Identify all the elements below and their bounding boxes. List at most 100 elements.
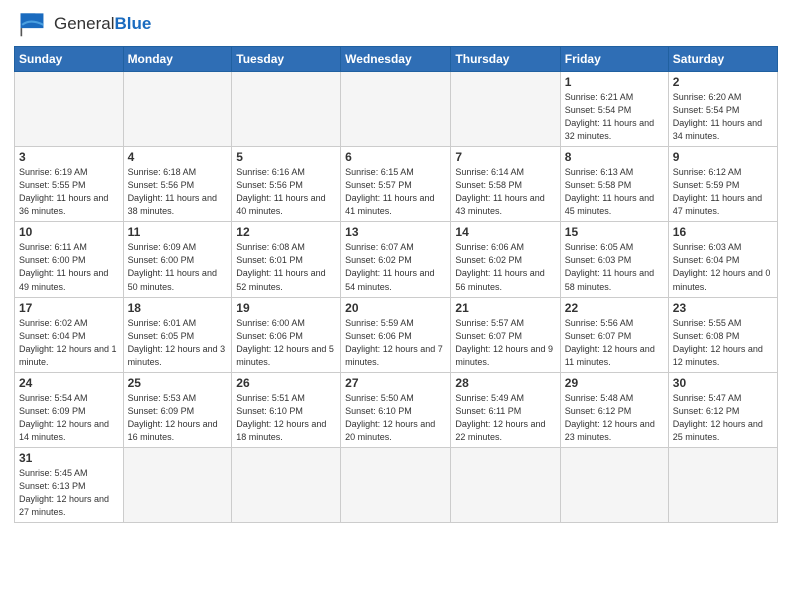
day-info: Sunrise: 5:55 AM Sunset: 6:08 PM Dayligh… <box>673 317 773 369</box>
calendar-cell: 13 Sunrise: 6:07 AM Sunset: 6:02 PM Dayli… <box>341 222 451 297</box>
calendar-cell: 14 Sunrise: 6:06 AM Sunset: 6:02 PM Dayli… <box>451 222 560 297</box>
calendar-cell <box>232 72 341 147</box>
day-number: 31 <box>19 451 119 465</box>
calendar-header-wednesday: Wednesday <box>341 47 451 72</box>
day-info: Sunrise: 5:48 AM Sunset: 6:12 PM Dayligh… <box>565 392 664 444</box>
calendar-cell <box>341 447 451 522</box>
calendar-cell: 7 Sunrise: 6:14 AM Sunset: 5:58 PM Daylig… <box>451 147 560 222</box>
calendar-header-saturday: Saturday <box>668 47 777 72</box>
calendar-header-sunday: Sunday <box>15 47 124 72</box>
day-number: 6 <box>345 150 446 164</box>
day-info: Sunrise: 6:05 AM Sunset: 6:03 PM Dayligh… <box>565 241 664 293</box>
calendar-cell: 16 Sunrise: 6:03 AM Sunset: 6:04 PM Dayli… <box>668 222 777 297</box>
calendar-cell <box>123 72 232 147</box>
day-number: 11 <box>128 225 228 239</box>
calendar-cell <box>123 447 232 522</box>
day-number: 30 <box>673 376 773 390</box>
day-info: Sunrise: 6:13 AM Sunset: 5:58 PM Dayligh… <box>565 166 664 218</box>
calendar-cell: 15 Sunrise: 6:05 AM Sunset: 6:03 PM Dayli… <box>560 222 668 297</box>
calendar-cell <box>232 447 341 522</box>
calendar-cell: 19Sunrise: 6:00 AM Sunset: 6:06 PM Dayli… <box>232 297 341 372</box>
day-info: Sunrise: 5:56 AM Sunset: 6:07 PM Dayligh… <box>565 317 664 369</box>
day-info: Sunrise: 6:14 AM Sunset: 5:58 PM Dayligh… <box>455 166 555 218</box>
day-info: Sunrise: 6:08 AM Sunset: 6:01 PM Dayligh… <box>236 241 336 293</box>
day-number: 7 <box>455 150 555 164</box>
calendar-cell: 11 Sunrise: 6:09 AM Sunset: 6:00 PM Dayli… <box>123 222 232 297</box>
calendar-cell: 24Sunrise: 5:54 AM Sunset: 6:09 PM Dayli… <box>15 372 124 447</box>
calendar-cell: 17 Sunrise: 6:02 AM Sunset: 6:04 PM Dayli… <box>15 297 124 372</box>
page: GeneralBlue SundayMondayTuesdayWednesday… <box>0 0 792 612</box>
day-number: 13 <box>345 225 446 239</box>
day-info: Sunrise: 6:03 AM Sunset: 6:04 PM Dayligh… <box>673 241 773 293</box>
day-number: 17 <box>19 301 119 315</box>
day-info: Sunrise: 5:53 AM Sunset: 6:09 PM Dayligh… <box>128 392 228 444</box>
day-number: 15 <box>565 225 664 239</box>
day-info: Sunrise: 6:11 AM Sunset: 6:00 PM Dayligh… <box>19 241 119 293</box>
calendar-cell <box>451 72 560 147</box>
header: GeneralBlue <box>14 10 778 38</box>
calendar-cell: 30 Sunrise: 5:47 AM Sunset: 6:12 PM Dayli… <box>668 372 777 447</box>
day-number: 14 <box>455 225 555 239</box>
calendar-cell: 18 Sunrise: 6:01 AM Sunset: 6:05 PM Dayli… <box>123 297 232 372</box>
day-number: 28 <box>455 376 555 390</box>
day-info: Sunrise: 6:20 AM Sunset: 5:54 PM Dayligh… <box>673 91 773 143</box>
logo: GeneralBlue <box>14 10 151 38</box>
day-number: 23 <box>673 301 773 315</box>
calendar-week-2: 10 Sunrise: 6:11 AM Sunset: 6:00 PM Dayli… <box>15 222 778 297</box>
day-number: 27 <box>345 376 446 390</box>
day-number: 2 <box>673 75 773 89</box>
day-info: Sunrise: 6:21 AM Sunset: 5:54 PM Dayligh… <box>565 91 664 143</box>
day-info: Sunrise: 5:47 AM Sunset: 6:12 PM Dayligh… <box>673 392 773 444</box>
day-info: Sunrise: 6:01 AM Sunset: 6:05 PM Dayligh… <box>128 317 228 369</box>
day-number: 8 <box>565 150 664 164</box>
day-number: 1 <box>565 75 664 89</box>
day-info: Sunrise: 6:12 AM Sunset: 5:59 PM Dayligh… <box>673 166 773 218</box>
day-number: 9 <box>673 150 773 164</box>
day-number: 16 <box>673 225 773 239</box>
calendar-week-4: 24Sunrise: 5:54 AM Sunset: 6:09 PM Dayli… <box>15 372 778 447</box>
day-number: 4 <box>128 150 228 164</box>
calendar-cell: 22Sunrise: 5:56 AM Sunset: 6:07 PM Dayli… <box>560 297 668 372</box>
day-number: 21 <box>455 301 555 315</box>
calendar-cell: 26Sunrise: 5:51 AM Sunset: 6:10 PM Dayli… <box>232 372 341 447</box>
logo-text: GeneralBlue <box>54 14 151 34</box>
day-info: Sunrise: 6:18 AM Sunset: 5:56 PM Dayligh… <box>128 166 228 218</box>
calendar-cell <box>668 447 777 522</box>
calendar-header-row: SundayMondayTuesdayWednesdayThursdayFrid… <box>15 47 778 72</box>
calendar-table: SundayMondayTuesdayWednesdayThursdayFrid… <box>14 46 778 523</box>
day-number: 5 <box>236 150 336 164</box>
calendar-cell: 8 Sunrise: 6:13 AM Sunset: 5:58 PM Daylig… <box>560 147 668 222</box>
day-number: 20 <box>345 301 446 315</box>
day-info: Sunrise: 5:49 AM Sunset: 6:11 PM Dayligh… <box>455 392 555 444</box>
day-number: 18 <box>128 301 228 315</box>
day-info: Sunrise: 5:57 AM Sunset: 6:07 PM Dayligh… <box>455 317 555 369</box>
calendar-header-monday: Monday <box>123 47 232 72</box>
calendar-cell: 3 Sunrise: 6:19 AM Sunset: 5:55 PM Daylig… <box>15 147 124 222</box>
calendar-cell: 27Sunrise: 5:50 AM Sunset: 6:10 PM Dayli… <box>341 372 451 447</box>
day-number: 10 <box>19 225 119 239</box>
calendar-cell: 2 Sunrise: 6:20 AM Sunset: 5:54 PM Daylig… <box>668 72 777 147</box>
day-info: Sunrise: 5:45 AM Sunset: 6:13 PM Dayligh… <box>19 467 119 519</box>
day-info: Sunrise: 6:06 AM Sunset: 6:02 PM Dayligh… <box>455 241 555 293</box>
calendar-header-thursday: Thursday <box>451 47 560 72</box>
day-number: 29 <box>565 376 664 390</box>
calendar-cell: 9 Sunrise: 6:12 AM Sunset: 5:59 PM Daylig… <box>668 147 777 222</box>
calendar-week-5: 31 Sunrise: 5:45 AM Sunset: 6:13 PM Dayli… <box>15 447 778 522</box>
calendar-cell: 29 Sunrise: 5:48 AM Sunset: 6:12 PM Dayli… <box>560 372 668 447</box>
day-info: Sunrise: 6:19 AM Sunset: 5:55 PM Dayligh… <box>19 166 119 218</box>
calendar-week-3: 17 Sunrise: 6:02 AM Sunset: 6:04 PM Dayli… <box>15 297 778 372</box>
day-info: Sunrise: 6:00 AM Sunset: 6:06 PM Dayligh… <box>236 317 336 369</box>
day-info: Sunrise: 6:09 AM Sunset: 6:00 PM Dayligh… <box>128 241 228 293</box>
calendar-cell: 4 Sunrise: 6:18 AM Sunset: 5:56 PM Daylig… <box>123 147 232 222</box>
calendar-cell: 5Sunrise: 6:16 AM Sunset: 5:56 PM Daylig… <box>232 147 341 222</box>
day-number: 26 <box>236 376 336 390</box>
day-info: Sunrise: 6:02 AM Sunset: 6:04 PM Dayligh… <box>19 317 119 369</box>
calendar-cell: 6Sunrise: 6:15 AM Sunset: 5:57 PM Daylig… <box>341 147 451 222</box>
calendar-cell: 20Sunrise: 5:59 AM Sunset: 6:06 PM Dayli… <box>341 297 451 372</box>
calendar-cell: 1 Sunrise: 6:21 AM Sunset: 5:54 PM Daylig… <box>560 72 668 147</box>
day-number: 24 <box>19 376 119 390</box>
calendar-cell <box>15 72 124 147</box>
calendar-cell: 23 Sunrise: 5:55 AM Sunset: 6:08 PM Dayli… <box>668 297 777 372</box>
day-number: 3 <box>19 150 119 164</box>
day-info: Sunrise: 6:07 AM Sunset: 6:02 PM Dayligh… <box>345 241 446 293</box>
